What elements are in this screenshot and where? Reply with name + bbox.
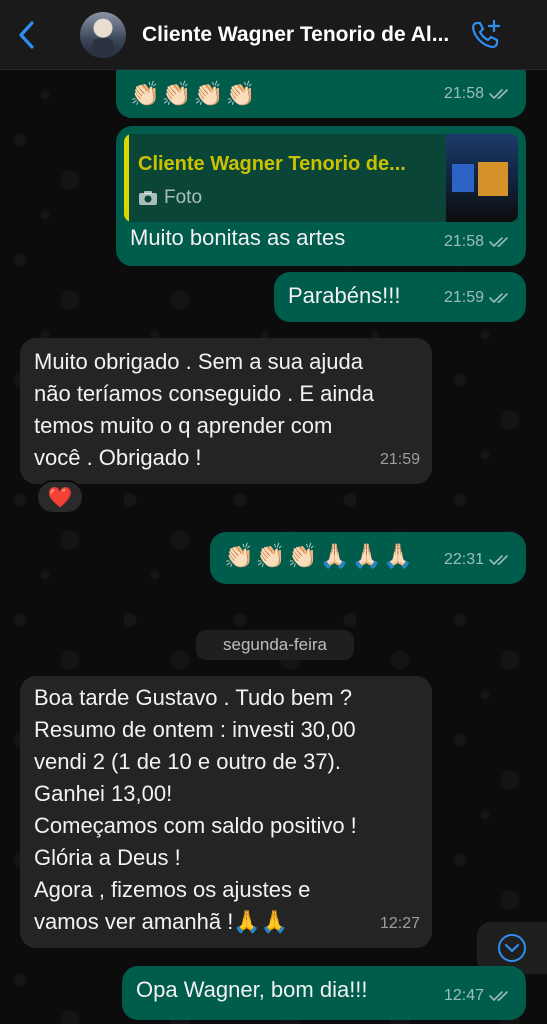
message-meta: 12:27	[380, 908, 420, 940]
date-separator: segunda-feira	[196, 630, 354, 660]
message-line: Ganhei 13,00!	[34, 781, 173, 806]
message-meta: 22:31	[444, 544, 514, 576]
message-line: Agora , fizemos os ajustes e	[34, 877, 311, 902]
message-line: não teríamos conseguido . E ainda	[34, 381, 375, 406]
message-meta: 21:59	[380, 444, 420, 476]
message-time: 21:58	[443, 85, 484, 102]
message-line: Boa tarde Gustavo . Tudo bem ?	[34, 685, 352, 710]
message-time: 21:59	[379, 451, 420, 468]
message-bubble-outgoing[interactable]: 👏🏻👏🏻👏🏻🙏🏻🙏🏻🙏🏻 22:31	[210, 532, 526, 584]
heart-icon: ❤️	[47, 486, 73, 509]
message-time: 22:31	[443, 551, 484, 568]
message-line: Glória a Deus !	[34, 845, 181, 870]
message-bubble-outgoing[interactable]: Opa Wagner, bom dia!!! 12:47	[122, 966, 526, 1020]
quote-author: Cliente Wagner Tenorio de...	[138, 153, 406, 175]
message-line: Muito obrigado . Sem a sua ajuda	[34, 349, 363, 374]
message-line: temos muito o q aprender com	[34, 413, 333, 438]
quote-type-label: Foto	[164, 187, 203, 208]
message-bubble-outgoing[interactable]: Parabéns!!! 21:59	[274, 272, 526, 322]
double-check-icon	[489, 237, 508, 248]
message-text: Opa Wagner, bom dia!!!	[136, 977, 368, 1002]
chevron-down-icon	[498, 934, 526, 962]
message-text: Parabéns!!!	[288, 283, 401, 308]
double-check-icon	[489, 89, 508, 100]
message-meta: 21:58	[444, 78, 514, 110]
voice-call-button[interactable]	[461, 0, 511, 70]
message-line: vamos ver amanhã !🙏🙏	[34, 909, 289, 934]
message-line: vendi 2 (1 de 10 e outro de 37).	[34, 749, 341, 774]
avatar[interactable]	[80, 11, 126, 58]
photo-thumbnail	[446, 134, 518, 222]
message-text: Boa tarde Gustavo . Tudo bem ? Resumo de…	[34, 682, 357, 938]
heart-reaction[interactable]: ❤️	[36, 480, 84, 514]
quoted-message[interactable]: Cliente Wagner Tenorio de... Foto	[124, 134, 518, 222]
message-meta: 21:59	[444, 282, 514, 314]
message-time: 12:47	[443, 987, 484, 1004]
message-text: 👏🏻👏🏻👏🏻👏🏻	[130, 80, 258, 108]
double-check-icon	[489, 293, 508, 304]
camera-icon	[139, 191, 157, 205]
message-time: 21:58	[443, 233, 484, 250]
message-bubble-incoming[interactable]: Boa tarde Gustavo . Tudo bem ? Resumo de…	[20, 676, 432, 948]
message-text: Muito obrigado . Sem a sua ajuda não ter…	[34, 346, 374, 474]
message-text: 👏🏻👏🏻👏🏻🙏🏻🙏🏻🙏🏻	[224, 542, 416, 570]
message-bubble-outgoing[interactable]: Cliente Wagner Tenorio de... Foto Muito …	[116, 126, 526, 266]
message-line: Começamos com saldo positivo !	[34, 813, 357, 838]
quote-type: Foto	[138, 182, 202, 214]
message-text: Muito bonitas as artes	[130, 225, 346, 250]
message-time: 21:59	[443, 289, 484, 306]
phone-plus-icon	[471, 19, 501, 48]
message-line: você . Obrigado !	[34, 445, 202, 470]
message-bubble-incoming[interactable]: Muito obrigado . Sem a sua ajuda não ter…	[20, 338, 432, 484]
double-check-icon	[489, 555, 508, 566]
double-check-icon	[489, 991, 508, 1002]
contact-name[interactable]: Cliente Wagner Tenorio de Al...	[142, 23, 457, 47]
message-time: 12:27	[379, 915, 420, 932]
message-meta: 21:58	[444, 226, 514, 258]
back-button[interactable]	[0, 0, 54, 70]
message-line: Resumo de ontem : investi 30,00	[34, 717, 356, 742]
chat-header: Cliente Wagner Tenorio de Al...	[0, 0, 547, 70]
quote-accent-bar	[124, 134, 129, 222]
chevron-left-icon	[19, 20, 34, 49]
message-meta: 12:47	[444, 980, 514, 1012]
